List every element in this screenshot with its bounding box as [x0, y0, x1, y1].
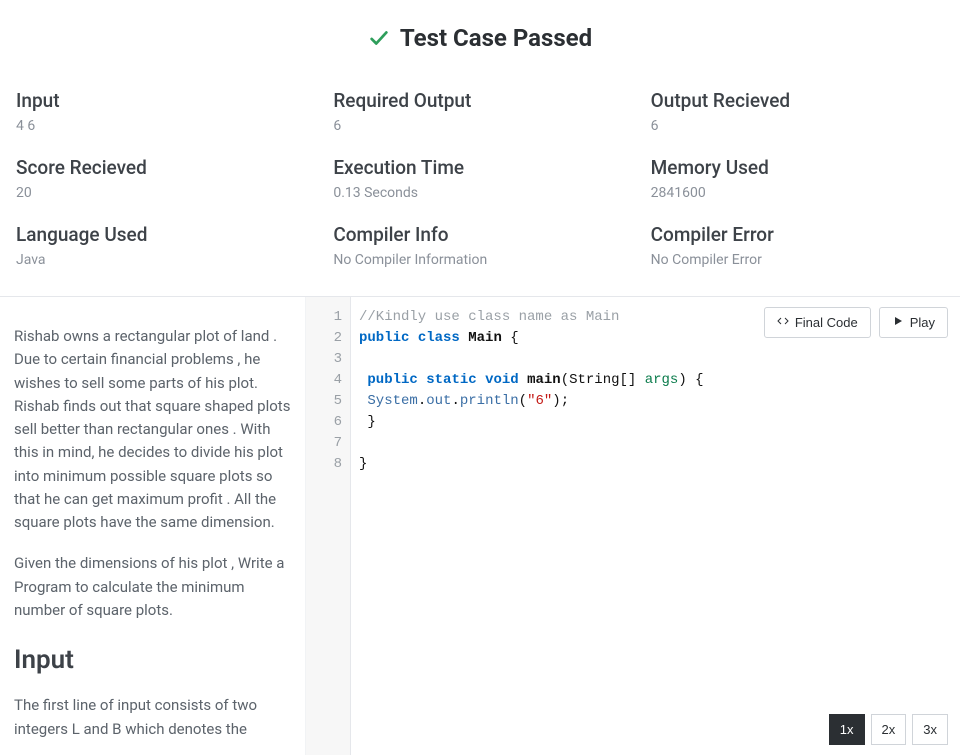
line-number: 4 [306, 370, 350, 391]
info-item: Input 4 6 [16, 89, 309, 134]
line-number: 8 [306, 454, 350, 475]
speed-2x-button[interactable]: 2x [871, 714, 907, 745]
info-value: Java [16, 252, 309, 268]
problem-input-paragraph: The first line of input consists of two … [14, 694, 291, 741]
info-label: Execution Time [333, 156, 626, 179]
check-icon [368, 27, 390, 49]
info-label: Language Used [16, 223, 309, 246]
info-item: Required Output 6 [333, 89, 626, 134]
info-label: Output Recieved [651, 89, 944, 112]
problem-paragraph: Rishab owns a rectangular plot of land .… [14, 325, 291, 534]
final-code-label: Final Code [795, 315, 858, 330]
lower-area: Rishab owns a rectangular plot of land .… [0, 297, 960, 755]
info-value: 0.13 Seconds [333, 185, 626, 201]
info-value: 20 [16, 185, 309, 201]
play-button[interactable]: Play [879, 307, 948, 338]
info-value: 6 [333, 118, 626, 134]
info-value: No Compiler Information [333, 252, 626, 268]
code-line: System.out.println("6"); [359, 391, 952, 412]
line-number: 5 [306, 391, 350, 412]
info-item: Memory Used 2841600 [651, 156, 944, 201]
problem-input-heading: Input [14, 640, 291, 680]
code-line: } [359, 412, 952, 433]
line-gutter: 12345678 [306, 297, 351, 755]
speed-1x-button[interactable]: 1x [829, 714, 865, 745]
info-item: Execution Time 0.13 Seconds [333, 156, 626, 201]
info-item: Compiler Info No Compiler Information [333, 223, 626, 268]
speed-toggle: 1x2x3x [829, 714, 948, 745]
info-item: Score Recieved 20 [16, 156, 309, 201]
code-pane: 12345678 //Kindly use class name as Main… [306, 297, 960, 755]
info-label: Compiler Error [651, 223, 944, 246]
info-item: Output Recieved 6 [651, 89, 944, 134]
speed-3x-button[interactable]: 3x [912, 714, 948, 745]
info-label: Input [16, 89, 309, 112]
problem-pane: Rishab owns a rectangular plot of land .… [0, 297, 306, 755]
line-number: 2 [306, 328, 350, 349]
info-label: Memory Used [651, 156, 944, 179]
code-line [359, 349, 952, 370]
info-item: Compiler Error No Compiler Error [651, 223, 944, 268]
code-actions: Final Code Play [764, 307, 948, 338]
info-label: Required Output [333, 89, 626, 112]
play-label: Play [910, 315, 935, 330]
info-value: 2841600 [651, 185, 944, 201]
play-icon [892, 315, 904, 330]
line-number: 1 [306, 307, 350, 328]
code-line [359, 433, 952, 454]
code-icon [777, 315, 789, 330]
status-message: Test Case Passed [400, 24, 592, 52]
info-item: Language Used Java [16, 223, 309, 268]
line-number: 7 [306, 433, 350, 454]
info-grid: Input 4 6 Required Output 6 Output Recieved 6… [0, 81, 960, 297]
info-label: Compiler Info [333, 223, 626, 246]
line-number: 3 [306, 349, 350, 370]
info-value: No Compiler Error [651, 252, 944, 268]
info-value: 6 [651, 118, 944, 134]
line-number: 6 [306, 412, 350, 433]
info-value: 4 6 [16, 118, 309, 134]
info-label: Score Recieved [16, 156, 309, 179]
code-editor[interactable]: //Kindly use class name as Mainpublic cl… [351, 297, 960, 755]
status-banner: Test Case Passed [0, 0, 960, 81]
final-code-button[interactable]: Final Code [764, 307, 871, 338]
code-line: } [359, 454, 952, 475]
problem-paragraph: Given the dimensions of his plot , Write… [14, 552, 291, 622]
code-line: public static void main(String[] args) { [359, 370, 952, 391]
